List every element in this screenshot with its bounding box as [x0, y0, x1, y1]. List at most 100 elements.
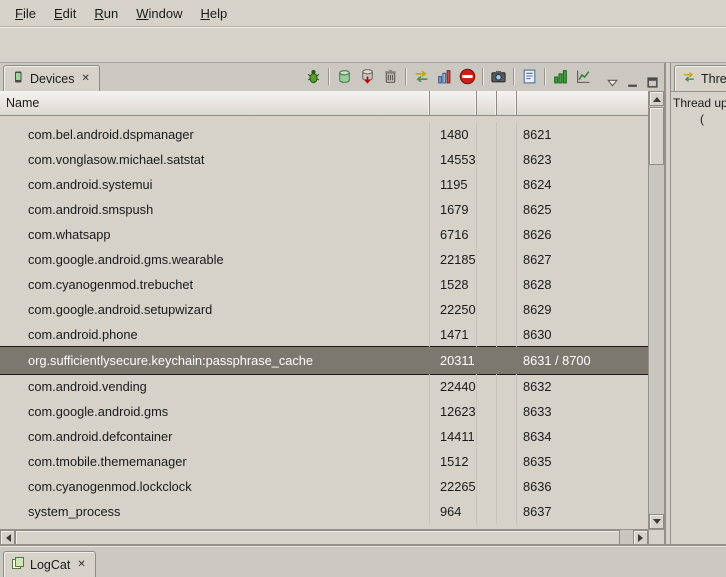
cell-empty — [477, 374, 497, 399]
tab-threads[interactable]: Threads — [674, 65, 726, 91]
process-pid: 1512 — [430, 449, 477, 474]
menu-item-run[interactable]: Run — [85, 3, 127, 24]
table-row[interactable]: com.google.android.gms126238633 — [0, 399, 648, 424]
tab-logcat[interactable]: LogCat ✕ — [3, 551, 96, 577]
process-pid: 1471 — [430, 322, 477, 347]
cause-gc-icon[interactable] — [380, 66, 401, 87]
horizontal-scrollbar[interactable] — [0, 529, 648, 545]
screen-capture-icon[interactable] — [488, 66, 509, 87]
table-row[interactable]: com.vonglasow.michael.satstat145538623 — [0, 147, 648, 172]
vertical-scrollbar[interactable] — [648, 91, 664, 529]
threads-tab-label: Threads — [701, 72, 726, 86]
table-row[interactable]: com.whatsapp67168626 — [0, 222, 648, 247]
cell-empty — [477, 347, 497, 374]
cell-empty — [497, 297, 517, 322]
view-menu-icon[interactable] — [604, 74, 621, 91]
minimize-icon[interactable] — [624, 74, 641, 91]
column-header-port[interactable] — [517, 91, 648, 115]
column-header-pid[interactable] — [430, 91, 477, 115]
process-port: 8621 — [517, 122, 648, 147]
threads-message: Thread up ( — [671, 92, 726, 130]
cell-empty — [477, 197, 497, 222]
process-pid: 12623 — [430, 399, 477, 424]
process-port: 8629 — [517, 297, 648, 322]
table-row[interactable]: com.bel.android.dspmanager1480 8621 — [0, 122, 648, 147]
cell-empty — [497, 449, 517, 474]
process-pid: 22185 — [430, 247, 477, 272]
devices-pane: Devices ✕ Name com.bel.android.dspmanage… — [0, 63, 666, 545]
column-header-name[interactable]: Name — [0, 91, 430, 115]
process-port: 8628 — [517, 272, 648, 297]
cell-empty — [477, 147, 497, 172]
process-pid: 1195 — [430, 172, 477, 197]
scroll-up-button[interactable] — [649, 91, 664, 106]
dump-hprof-icon[interactable] — [357, 66, 378, 87]
table-row[interactable]: org.sufficientlysecure.keychain:passphra… — [0, 346, 648, 375]
report-icon[interactable] — [519, 66, 540, 87]
systrace-bars-icon[interactable] — [550, 66, 571, 87]
cell-empty — [477, 424, 497, 449]
debug-icon[interactable] — [303, 66, 324, 87]
update-heap-icon[interactable] — [334, 66, 355, 87]
maximize-icon[interactable] — [644, 74, 661, 91]
table-row[interactable]: com.google.android.gms.wearable22185 8627 — [0, 247, 648, 272]
process-name: com.bel.android.dspmanager — [0, 122, 430, 147]
process-name: com.android.defcontainer — [0, 424, 430, 449]
menu-item-help[interactable]: Help — [191, 3, 236, 24]
cell-empty — [497, 122, 517, 147]
table-row[interactable]: com.cyanogenmod.trebuchet15288628 — [0, 272, 648, 297]
table-row[interactable]: com.android.phone14718630 — [0, 322, 648, 347]
cell-empty — [477, 272, 497, 297]
process-name: system_process — [0, 499, 430, 524]
horizontal-scroll-thumb[interactable] — [15, 530, 620, 545]
table-row[interactable]: com.tmobile.thememanager15128635 — [0, 449, 648, 474]
graph-icon[interactable] — [573, 66, 594, 87]
process-port: 8627 — [517, 247, 648, 272]
cell-empty — [477, 222, 497, 247]
table-row[interactable]: com.cyanogenmod.lockclock222658636 — [0, 474, 648, 499]
process-pid: 1480 — [430, 122, 477, 147]
process-pid: 22250 — [430, 297, 477, 322]
menu-item-window[interactable]: Window — [127, 3, 191, 24]
process-name: com.google.android.gms.wearable — [0, 247, 430, 272]
process-port: 8626 — [517, 222, 648, 247]
table-row[interactable]: com.android.vending224408632 — [0, 374, 648, 399]
close-icon[interactable]: ✕ — [75, 559, 87, 571]
vertical-scroll-thumb[interactable] — [649, 107, 664, 165]
scroll-right-button[interactable] — [633, 530, 648, 545]
table-row[interactable]: com.android.systemui11958624 — [0, 172, 648, 197]
tab-devices[interactable]: Devices ✕ — [3, 65, 100, 91]
cell-empty — [497, 172, 517, 197]
threads-viewbar: Threads — [671, 63, 726, 92]
cell-empty — [497, 222, 517, 247]
logcat-tab-icon — [11, 556, 25, 573]
column-header-4[interactable] — [497, 91, 517, 115]
method-profiling-icon[interactable] — [434, 66, 455, 87]
cell-empty — [497, 399, 517, 424]
process-pid: 1679 — [430, 197, 477, 222]
cell-empty — [497, 424, 517, 449]
menu-item-edit[interactable]: Edit — [45, 3, 85, 24]
cell-empty — [477, 247, 497, 272]
cell-empty — [477, 122, 497, 147]
stop-process-icon[interactable] — [457, 66, 478, 87]
process-port: 8632 — [517, 374, 648, 399]
table-row[interactable]: com.android.defcontainer144118634 — [0, 424, 648, 449]
devices-toolbar — [303, 66, 596, 91]
process-table: Name com.bel.android.dspmanager14808621c… — [0, 91, 664, 545]
scroll-down-button[interactable] — [649, 514, 664, 529]
process-port: 8631 / 8700 — [517, 347, 648, 374]
update-threads-icon[interactable] — [411, 66, 432, 87]
table-row[interactable]: com.google.android.setupwizard222508629 — [0, 297, 648, 322]
menubar: FileEditRunWindowHelp — [0, 0, 726, 27]
table-row[interactable]: system_process9648637 — [0, 499, 648, 524]
view-window-controls — [604, 74, 664, 91]
table-row[interactable]: com.android.smspush16798625 — [0, 197, 648, 222]
cell-empty — [477, 172, 497, 197]
menu-item-file[interactable]: File — [6, 3, 45, 24]
scroll-left-button[interactable] — [0, 530, 15, 545]
column-header-3[interactable] — [477, 91, 497, 115]
process-pid: 22440 — [430, 374, 477, 399]
toolbar-separator — [544, 68, 545, 85]
close-icon[interactable]: ✕ — [79, 73, 91, 85]
